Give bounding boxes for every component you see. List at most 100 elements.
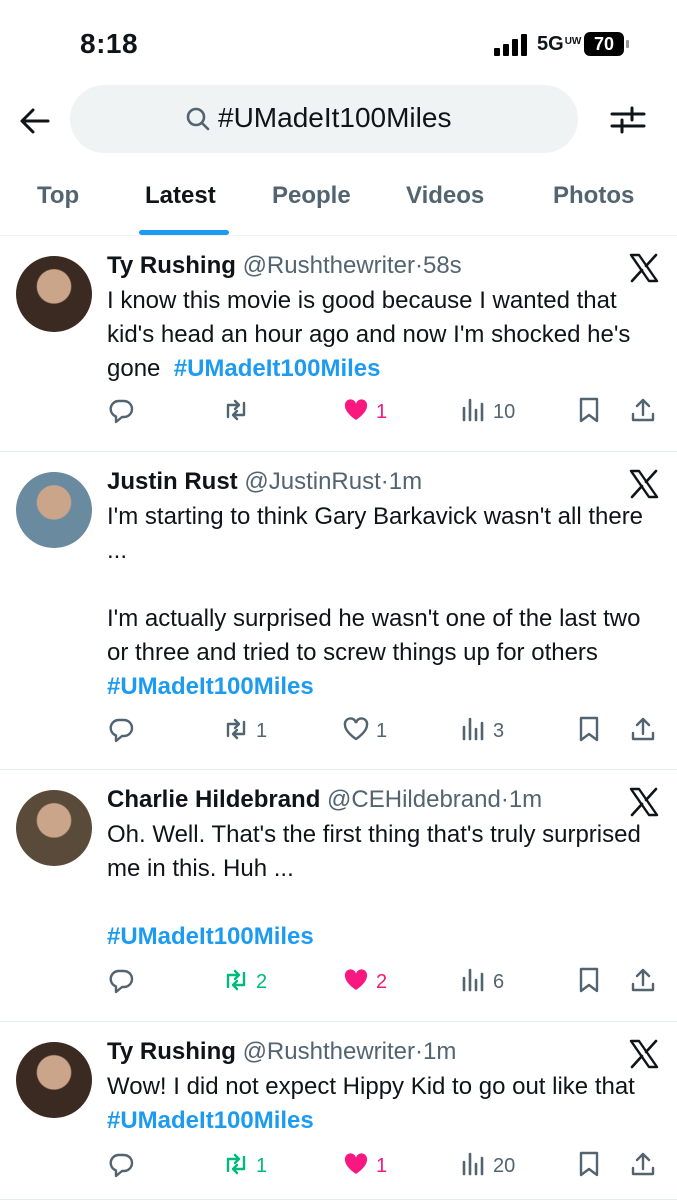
tweet-actions: 1 1 20 (107, 1150, 667, 1182)
bookmark-icon (575, 1150, 603, 1183)
tweet[interactable]: Justin Rust @JustinRust·1m I'm starting t… (0, 452, 677, 770)
separator-dot: · (414, 252, 423, 279)
bookmark-icon (575, 715, 603, 748)
signal-icon (494, 34, 530, 56)
reply-button[interactable] (107, 1150, 141, 1182)
bookmark-button[interactable] (575, 1150, 603, 1182)
retweet-button[interactable]: 2 (222, 966, 267, 998)
avatar[interactable] (16, 472, 92, 548)
x-logo-icon (628, 468, 660, 500)
bookmark-icon (575, 396, 603, 429)
tab-videos[interactable]: Videos (406, 182, 484, 210)
bookmark-button[interactable] (575, 966, 603, 998)
hashtag-link[interactable]: #UMadeIt100Miles (107, 673, 314, 700)
like-button[interactable]: 2 (342, 966, 387, 998)
heart-icon (342, 715, 370, 748)
display-name[interactable]: Justin Rust (107, 468, 238, 495)
avatar[interactable] (16, 256, 92, 332)
retweet-icon (222, 1150, 250, 1183)
avatar[interactable] (16, 790, 92, 866)
hashtag-link[interactable]: #UMadeIt100Miles (107, 923, 314, 950)
views-icon (459, 715, 487, 748)
views-button[interactable]: 6 (459, 966, 504, 998)
timestamp: 1m (422, 1038, 457, 1065)
views-button[interactable]: 10 (459, 396, 515, 428)
tweet-text: Wow! I did not expect Hippy Kid to go ou… (107, 1070, 667, 1138)
tab-people[interactable]: People (272, 182, 351, 210)
tweet-header: Ty Rushing @Rushthewriter·58s (107, 252, 462, 280)
separator-dot: · (500, 786, 509, 813)
hashtag-link[interactable]: #UMadeIt100Miles (107, 1107, 314, 1134)
retweet-count: 1 (256, 1154, 268, 1177)
timestamp: 1m (508, 786, 543, 813)
views-button[interactable]: 3 (459, 715, 504, 747)
tab-latest[interactable]: Latest (145, 182, 216, 210)
heart-filled-icon (342, 396, 370, 429)
tweet[interactable]: Ty Rushing @Rushthewriter·58s I know this… (0, 236, 677, 452)
views-button[interactable]: 20 (459, 1150, 515, 1182)
tweet-body: Oh. Well. That's the first thing that's … (107, 821, 641, 882)
filter-icon[interactable] (610, 102, 646, 138)
tweet[interactable]: Charlie Hildebrand @CEHildebrand·1m Oh. W… (0, 770, 677, 1022)
tweet-text: I'm starting to think Gary Barkavick was… (107, 500, 667, 704)
x-logo-icon (628, 1038, 660, 1070)
separator-dot: · (380, 468, 389, 495)
tweet-text: I know this movie is good because I want… (107, 284, 667, 386)
like-button[interactable]: 1 (342, 715, 387, 747)
network-label: 5G (537, 33, 564, 55)
retweet-button[interactable]: 1 (222, 1150, 267, 1182)
share-icon (629, 396, 657, 429)
share-button[interactable] (629, 1150, 657, 1182)
battery-icon: 70 (584, 32, 630, 58)
tab-photos[interactable]: Photos (553, 182, 634, 210)
tweet-actions: 2 2 6 (107, 966, 667, 998)
share-button[interactable] (629, 966, 657, 998)
heart-filled-icon (342, 966, 370, 999)
like-button[interactable]: 1 (342, 396, 387, 428)
reply-button[interactable] (107, 715, 141, 747)
views-count: 10 (493, 400, 516, 423)
display-name[interactable]: Ty Rushing (107, 1038, 236, 1065)
x-logo-icon (628, 786, 660, 818)
retweet-count: 1 (256, 719, 268, 742)
like-button[interactable]: 1 (342, 1150, 387, 1182)
hashtag-link[interactable]: #UMadeIt100Miles (174, 355, 381, 382)
heart-filled-icon (342, 1150, 370, 1183)
retweet-count: 2 (256, 970, 268, 993)
tweet-actions: 1 1 3 (107, 715, 667, 747)
tweet-header: Ty Rushing @Rushthewriter·1m (107, 1038, 456, 1066)
bookmark-button[interactable] (575, 715, 603, 747)
bookmark-button[interactable] (575, 396, 603, 428)
back-arrow-icon[interactable] (18, 104, 52, 138)
timestamp: 58s (422, 252, 462, 279)
tab-top[interactable]: Top (37, 182, 79, 210)
tweet[interactable]: Ty Rushing @Rushthewriter·1m Wow! I did n… (0, 1022, 677, 1200)
tweet-body: I'm starting to think Gary Barkavick was… (107, 503, 644, 666)
tweet-header: Justin Rust @JustinRust·1m (107, 468, 422, 496)
like-count: 2 (376, 970, 388, 993)
retweet-button[interactable]: 1 (222, 715, 267, 747)
handle[interactable]: @Rushthewriter (243, 252, 415, 279)
share-button[interactable] (629, 396, 657, 428)
separator-dot: · (414, 1038, 423, 1065)
reply-button[interactable] (107, 396, 141, 428)
avatar[interactable] (16, 1042, 92, 1118)
search-input[interactable]: #UMadeIt100Miles (218, 102, 451, 134)
display-name[interactable]: Ty Rushing (107, 252, 236, 279)
bookmark-icon (575, 966, 603, 999)
display-name[interactable]: Charlie Hildebrand (107, 786, 320, 813)
reply-icon (107, 396, 135, 429)
retweet-button[interactable] (222, 396, 256, 428)
handle[interactable]: @CEHildebrand (327, 786, 501, 813)
search-icon (185, 106, 211, 132)
share-icon (629, 1150, 657, 1183)
handle[interactable]: @JustinRust (244, 468, 380, 495)
network-sub-label: UW (564, 36, 582, 47)
network-indicator: 5GUW (537, 33, 581, 56)
views-count: 6 (493, 970, 505, 993)
share-button[interactable] (629, 715, 657, 747)
handle[interactable]: @Rushthewriter (243, 1038, 415, 1065)
reply-button[interactable] (107, 966, 141, 998)
retweet-icon (222, 396, 250, 429)
like-count: 1 (376, 1154, 388, 1177)
